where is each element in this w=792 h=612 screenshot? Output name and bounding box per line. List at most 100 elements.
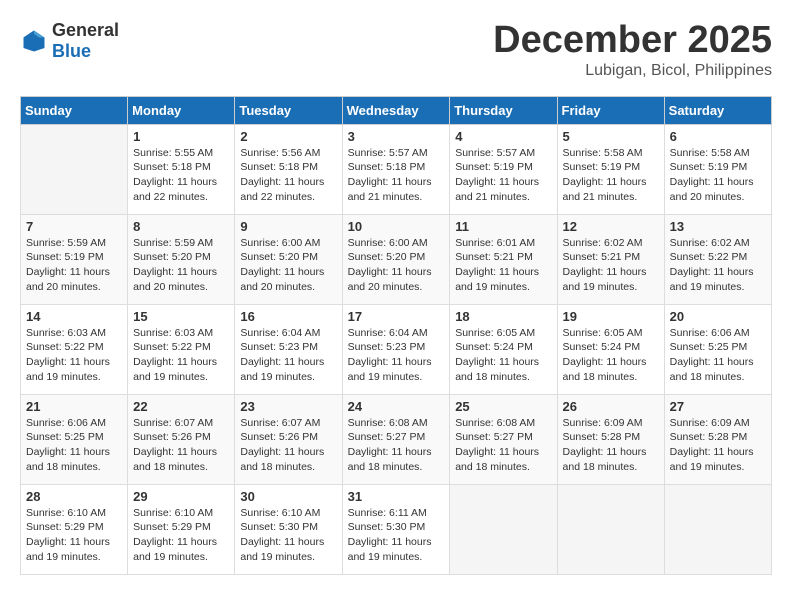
day-number: 9 xyxy=(240,219,336,234)
day-number: 19 xyxy=(563,309,659,324)
day-number: 10 xyxy=(348,219,445,234)
day-number: 17 xyxy=(348,309,445,324)
day-number: 6 xyxy=(670,129,766,144)
day-cell: 13 Sunrise: 6:02 AM Sunset: 5:22 PM Dayli… xyxy=(664,214,771,304)
day-number: 16 xyxy=(240,309,336,324)
day-cell xyxy=(557,484,664,574)
day-number: 31 xyxy=(348,489,445,504)
week-row-3: 14 Sunrise: 6:03 AM Sunset: 5:22 PM Dayli… xyxy=(21,304,772,394)
day-cell: 31 Sunrise: 6:11 AM Sunset: 5:30 PM Dayli… xyxy=(342,484,450,574)
day-cell: 24 Sunrise: 6:08 AM Sunset: 5:27 PM Dayli… xyxy=(342,394,450,484)
day-number: 14 xyxy=(26,309,122,324)
day-cell: 6 Sunrise: 5:58 AM Sunset: 5:19 PM Daylig… xyxy=(664,124,771,214)
weekday-header-row: SundayMondayTuesdayWednesdayThursdayFrid… xyxy=(21,96,772,124)
day-info: Sunrise: 5:58 AM Sunset: 5:19 PM Dayligh… xyxy=(670,146,766,205)
day-number: 20 xyxy=(670,309,766,324)
day-cell: 4Sunrise: 5:57 AM Sunset: 5:19 PM Daylig… xyxy=(450,124,557,214)
month-title: December 2025 xyxy=(493,20,772,62)
day-number: 2 xyxy=(240,129,336,144)
day-number: 13 xyxy=(670,219,766,234)
day-number: 21 xyxy=(26,399,122,414)
day-info: Sunrise: 6:00 AM Sunset: 5:20 PM Dayligh… xyxy=(348,236,445,295)
day-info: Sunrise: 6:09 AM Sunset: 5:28 PM Dayligh… xyxy=(563,416,659,475)
day-cell: 27Sunrise: 6:09 AM Sunset: 5:28 PM Dayli… xyxy=(664,394,771,484)
day-cell: 5 Sunrise: 5:58 AM Sunset: 5:19 PM Daylig… xyxy=(557,124,664,214)
day-info: Sunrise: 6:08 AM Sunset: 5:27 PM Dayligh… xyxy=(348,416,445,475)
day-cell: 28 Sunrise: 6:10 AM Sunset: 5:29 PM Dayli… xyxy=(21,484,128,574)
day-cell: 20 Sunrise: 6:06 AM Sunset: 5:25 PM Dayli… xyxy=(664,304,771,394)
week-row-2: 7 Sunrise: 5:59 AM Sunset: 5:19 PM Daylig… xyxy=(21,214,772,304)
day-number: 5 xyxy=(563,129,659,144)
day-number: 12 xyxy=(563,219,659,234)
day-number: 22 xyxy=(133,399,229,414)
day-cell: 3 Sunrise: 5:57 AM Sunset: 5:18 PM Daylig… xyxy=(342,124,450,214)
day-cell: 11Sunrise: 6:01 AM Sunset: 5:21 PM Dayli… xyxy=(450,214,557,304)
day-info: Sunrise: 6:09 AM Sunset: 5:28 PM Dayligh… xyxy=(670,416,766,475)
day-info: Sunrise: 5:56 AM Sunset: 5:18 PM Dayligh… xyxy=(240,146,336,205)
day-info: Sunrise: 6:05 AM Sunset: 5:24 PM Dayligh… xyxy=(563,326,659,385)
day-cell: 10 Sunrise: 6:00 AM Sunset: 5:20 PM Dayli… xyxy=(342,214,450,304)
day-cell xyxy=(664,484,771,574)
day-number: 30 xyxy=(240,489,336,504)
day-info: Sunrise: 5:57 AM Sunset: 5:19 PM Dayligh… xyxy=(455,146,551,205)
logo-general: General xyxy=(52,20,119,40)
day-info: Sunrise: 6:00 AM Sunset: 5:20 PM Dayligh… xyxy=(240,236,336,295)
day-cell: 8Sunrise: 5:59 AM Sunset: 5:20 PM Daylig… xyxy=(128,214,235,304)
location-title: Lubigan, Bicol, Philippines xyxy=(493,62,772,80)
day-info: Sunrise: 6:03 AM Sunset: 5:22 PM Dayligh… xyxy=(26,326,122,385)
day-number: 3 xyxy=(348,129,445,144)
weekday-saturday: Saturday xyxy=(664,96,771,124)
day-number: 11 xyxy=(455,219,551,234)
logo: General Blue xyxy=(20,20,119,62)
day-info: Sunrise: 6:06 AM Sunset: 5:25 PM Dayligh… xyxy=(26,416,122,475)
week-row-5: 28 Sunrise: 6:10 AM Sunset: 5:29 PM Dayli… xyxy=(21,484,772,574)
day-info: Sunrise: 6:07 AM Sunset: 5:26 PM Dayligh… xyxy=(240,416,336,475)
day-info: Sunrise: 5:55 AM Sunset: 5:18 PM Dayligh… xyxy=(133,146,229,205)
day-info: Sunrise: 6:10 AM Sunset: 5:30 PM Dayligh… xyxy=(240,506,336,565)
day-cell xyxy=(450,484,557,574)
day-info: Sunrise: 6:02 AM Sunset: 5:22 PM Dayligh… xyxy=(670,236,766,295)
day-info: Sunrise: 6:02 AM Sunset: 5:21 PM Dayligh… xyxy=(563,236,659,295)
day-cell: 19 Sunrise: 6:05 AM Sunset: 5:24 PM Dayli… xyxy=(557,304,664,394)
day-number: 24 xyxy=(348,399,445,414)
day-cell xyxy=(21,124,128,214)
weekday-wednesday: Wednesday xyxy=(342,96,450,124)
day-info: Sunrise: 6:10 AM Sunset: 5:29 PM Dayligh… xyxy=(133,506,229,565)
day-cell: 18 Sunrise: 6:05 AM Sunset: 5:24 PM Dayli… xyxy=(450,304,557,394)
logo-icon xyxy=(20,27,48,55)
day-cell: 25 Sunrise: 6:08 AM Sunset: 5:27 PM Dayli… xyxy=(450,394,557,484)
day-number: 18 xyxy=(455,309,551,324)
day-cell: 2 Sunrise: 5:56 AM Sunset: 5:18 PM Daylig… xyxy=(235,124,342,214)
day-cell: 17 Sunrise: 6:04 AM Sunset: 5:23 PM Dayli… xyxy=(342,304,450,394)
day-number: 7 xyxy=(26,219,122,234)
day-info: Sunrise: 6:06 AM Sunset: 5:25 PM Dayligh… xyxy=(670,326,766,385)
day-cell: 21 Sunrise: 6:06 AM Sunset: 5:25 PM Dayli… xyxy=(21,394,128,484)
day-cell: 14 Sunrise: 6:03 AM Sunset: 5:22 PM Dayli… xyxy=(21,304,128,394)
page-header: General Blue December 2025 Lubigan, Bico… xyxy=(20,20,772,80)
weekday-sunday: Sunday xyxy=(21,96,128,124)
day-cell: 30 Sunrise: 6:10 AM Sunset: 5:30 PM Dayli… xyxy=(235,484,342,574)
weekday-friday: Friday xyxy=(557,96,664,124)
logo-blue: Blue xyxy=(52,41,91,61)
day-cell: 1 Sunrise: 5:55 AM Sunset: 5:18 PM Daylig… xyxy=(128,124,235,214)
day-cell: 23Sunrise: 6:07 AM Sunset: 5:26 PM Dayli… xyxy=(235,394,342,484)
day-info: Sunrise: 6:05 AM Sunset: 5:24 PM Dayligh… xyxy=(455,326,551,385)
day-info: Sunrise: 6:07 AM Sunset: 5:26 PM Dayligh… xyxy=(133,416,229,475)
day-number: 15 xyxy=(133,309,229,324)
day-number: 26 xyxy=(563,399,659,414)
day-info: Sunrise: 5:58 AM Sunset: 5:19 PM Dayligh… xyxy=(563,146,659,205)
title-area: December 2025 Lubigan, Bicol, Philippine… xyxy=(493,20,772,80)
day-number: 8 xyxy=(133,219,229,234)
day-number: 28 xyxy=(26,489,122,504)
day-info: Sunrise: 6:10 AM Sunset: 5:29 PM Dayligh… xyxy=(26,506,122,565)
day-info: Sunrise: 6:03 AM Sunset: 5:22 PM Dayligh… xyxy=(133,326,229,385)
day-number: 1 xyxy=(133,129,229,144)
day-number: 25 xyxy=(455,399,551,414)
day-info: Sunrise: 6:04 AM Sunset: 5:23 PM Dayligh… xyxy=(348,326,445,385)
weekday-tuesday: Tuesday xyxy=(235,96,342,124)
day-info: Sunrise: 5:57 AM Sunset: 5:18 PM Dayligh… xyxy=(348,146,445,205)
day-info: Sunrise: 5:59 AM Sunset: 5:19 PM Dayligh… xyxy=(26,236,122,295)
week-row-1: 1 Sunrise: 5:55 AM Sunset: 5:18 PM Daylig… xyxy=(21,124,772,214)
day-info: Sunrise: 6:11 AM Sunset: 5:30 PM Dayligh… xyxy=(348,506,445,565)
day-info: Sunrise: 6:08 AM Sunset: 5:27 PM Dayligh… xyxy=(455,416,551,475)
